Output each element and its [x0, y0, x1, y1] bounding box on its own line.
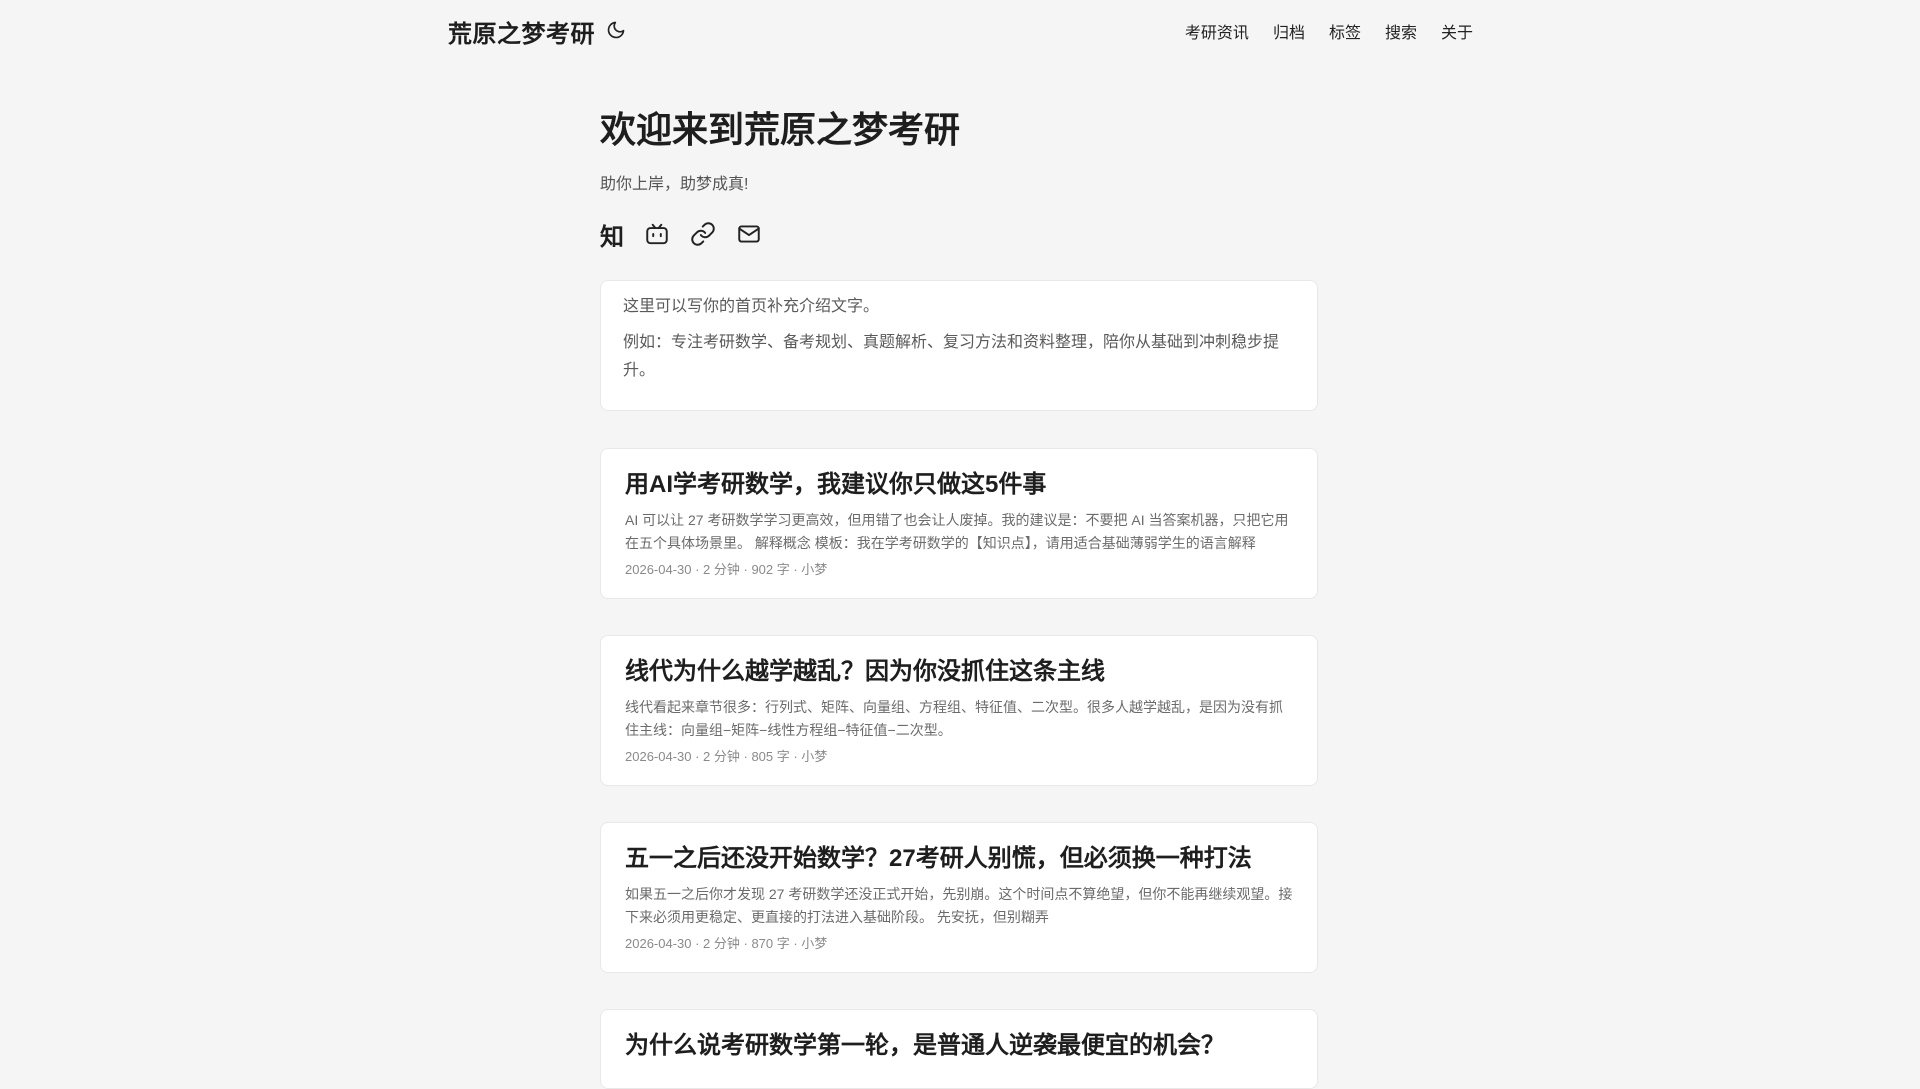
main-content: 欢迎来到荒原之梦考研 助你上岸，助梦成真! 知 这里可以写你的首页补充介绍文字。… [600, 100, 1320, 1089]
post-excerpt: 如果五一之后你才发现 27 考研数学还没正式开始，先别崩。这个时间点不算绝望，但… [625, 886, 1293, 925]
nav-item-news[interactable]: 考研资讯 [1185, 19, 1249, 43]
social-links: 知 [600, 219, 1320, 251]
hero-title: 欢迎来到荒原之梦考研 [600, 109, 961, 150]
post-meta: 2026-04-30 · 2 分钟 · 902 字 · 小梦 [625, 562, 828, 577]
intro-line-1: 这里可以写你的首页补充介绍文字。 [623, 298, 880, 315]
post-excerpt: 线代看起来章节很多：行列式、矩阵、向量组、方程组、特征值、二次型。很多人越学越乱… [625, 699, 1283, 738]
post-card[interactable]: 为什么说考研数学第一轮，是普通人逆袭最便宜的机会？ [600, 1009, 1318, 1089]
hero-subtitle: 助你上岸，助梦成真! [600, 176, 749, 193]
post-card[interactable]: 用AI学考研数学，我建议你只做这5件事 AI 可以让 27 考研数学学习更高效，… [600, 448, 1318, 599]
moon-icon[interactable] [606, 20, 626, 40]
site-logo-link[interactable]: 荒原之梦考研 [448, 14, 595, 49]
post-title[interactable]: 为什么说考研数学第一轮，是普通人逆袭最便宜的机会？ [625, 1028, 1293, 1064]
post-excerpt: AI 可以让 27 考研数学学习更高效，但用错了也会让人废掉。我的建议是：不要把… [625, 512, 1289, 551]
bilibili-icon[interactable] [644, 221, 670, 247]
post-title[interactable]: 用AI学考研数学，我建议你只做这5件事 [625, 467, 1293, 503]
post-card[interactable]: 线代为什么越学越乱？因为你没抓住这条主线 线代看起来章节很多：行列式、矩阵、向量… [600, 635, 1318, 786]
nav-item-about[interactable]: 关于 [1441, 19, 1473, 43]
post-title[interactable]: 五一之后还没开始数学？27考研人别慌，但必须换一种打法 [625, 841, 1293, 877]
link-icon[interactable] [690, 221, 716, 247]
nav-item-tags[interactable]: 标签 [1329, 19, 1361, 43]
main-nav: 考研资讯 归档 标签 搜索 关于 [1185, 19, 1473, 43]
zhihu-icon[interactable]: 知 [600, 221, 624, 251]
post-title[interactable]: 线代为什么越学越乱？因为你没抓住这条主线 [625, 654, 1293, 690]
post-card[interactable]: 五一之后还没开始数学？27考研人别慌，但必须换一种打法 如果五一之后你才发现 2… [600, 822, 1318, 973]
intro-line-2: 例如：专注考研数学、备考规划、真题解析、复习方法和资料整理，陪你从基础到冲刺稳步… [623, 334, 1280, 379]
nav-item-search[interactable]: 搜索 [1385, 19, 1417, 43]
post-meta: 2026-04-30 · 2 分钟 · 805 字 · 小梦 [625, 749, 828, 764]
site-header: 荒原之梦考研 考研资讯 归档 标签 搜索 关于 [0, 0, 1920, 58]
post-meta: 2026-04-30 · 2 分钟 · 870 字 · 小梦 [625, 936, 828, 951]
nav-item-archive[interactable]: 归档 [1273, 19, 1305, 43]
intro-box: 这里可以写你的首页补充介绍文字。 例如：专注考研数学、备考规划、真题解析、复习方… [600, 280, 1318, 411]
mail-icon[interactable] [736, 221, 762, 247]
